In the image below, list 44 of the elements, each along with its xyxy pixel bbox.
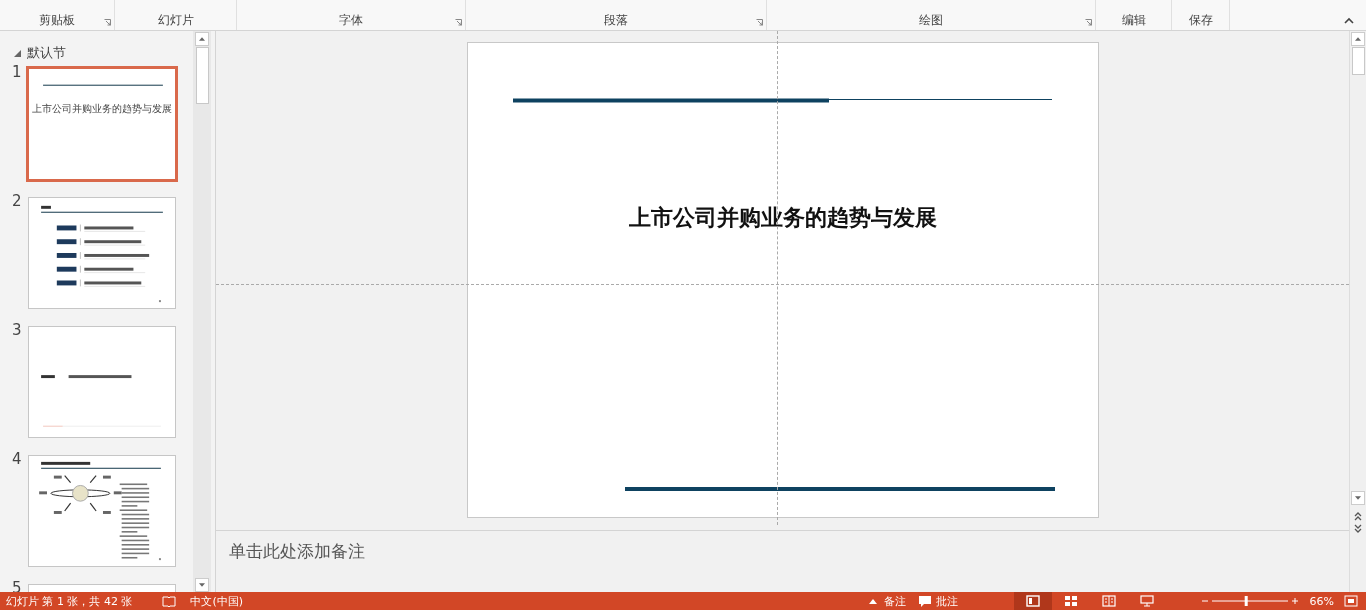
slide-count: 幻灯片 第 1 张，共 42 张	[6, 593, 133, 609]
scroll-up-icon[interactable]	[195, 32, 209, 46]
show-view-icon	[1139, 595, 1154, 607]
reading-view-icon	[1101, 595, 1116, 607]
dialog-launcher-icon[interactable]	[455, 19, 462, 26]
slide-thumbnail[interactable]: 上市公司并购业务的趋势与发展	[26, 66, 178, 182]
scroll-down-icon[interactable]	[195, 578, 209, 592]
slide-number: 1	[11, 63, 23, 81]
section-name[interactable]: 默认节	[27, 44, 66, 62]
notes-button[interactable]: 备注	[859, 592, 912, 610]
slide-number: 4	[11, 450, 23, 468]
scrollbar-thumb[interactable]	[195, 47, 209, 104]
normal-view-icon	[1025, 595, 1040, 607]
slide-thumbnail[interactable]	[28, 326, 176, 438]
dialog-launcher-icon[interactable]	[756, 19, 763, 26]
comments-button[interactable]: 批注	[911, 592, 964, 610]
normal-view-button[interactable]	[1013, 592, 1052, 610]
collapse-ribbon-icon[interactable]	[1344, 17, 1354, 24]
thumbnail-title: 上市公司并购业务的趋势与发展	[31, 102, 173, 116]
group-label: 剪贴板	[39, 13, 75, 27]
dialog-launcher-icon[interactable]	[1085, 19, 1092, 26]
sorter-view-icon	[1063, 595, 1078, 607]
group-label: 绘图	[919, 13, 943, 27]
group-label: 段落	[604, 13, 628, 27]
language-status[interactable]: 中文(中国)	[190, 593, 244, 609]
scroll-up-icon[interactable]	[1351, 32, 1365, 46]
fit-slide-icon[interactable]	[1344, 595, 1358, 607]
zoom-level[interactable]: 66%	[1309, 594, 1334, 608]
spellcheck-book-icon[interactable]	[162, 595, 177, 607]
notes-field[interactable]: 单击此处添加备注	[216, 531, 1349, 592]
slide-thumbnail[interactable]	[28, 197, 176, 309]
group-label: 编辑	[1121, 13, 1146, 27]
slide-thumbnail[interactable]	[28, 455, 176, 567]
group-label: 字体	[339, 13, 363, 27]
scroll-down-icon[interactable]	[1351, 491, 1365, 505]
slide-number: 3	[11, 321, 23, 339]
expand-arrow-icon[interactable]	[14, 49, 21, 57]
group-label: 幻灯片	[157, 13, 194, 27]
comment-icon	[917, 595, 932, 607]
slide-title[interactable]: 上市公司并购业务的趋势与发展	[468, 203, 1098, 233]
dialog-launcher-icon[interactable]	[104, 19, 111, 26]
slide-number: 2	[11, 192, 23, 210]
group-label: 保存	[1188, 13, 1213, 27]
scrollbar-thumb[interactable]	[1351, 47, 1365, 75]
